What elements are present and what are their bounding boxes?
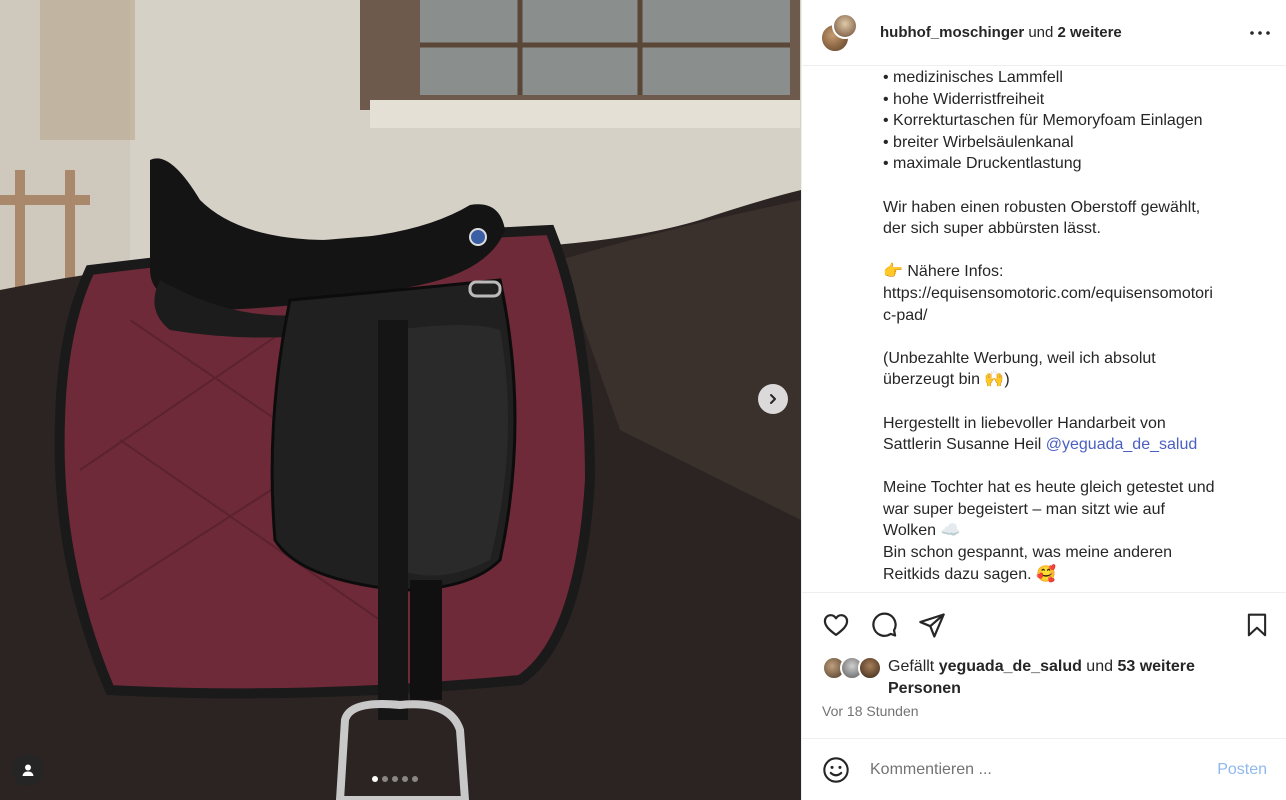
post-detail-panel: hubhof_moschinger und 2 weitere • medizi… (801, 0, 1286, 800)
post-timestamp[interactable]: Vor 18 Stunden (822, 703, 919, 719)
user-icon (22, 764, 34, 776)
post-comment-button[interactable]: Posten (1217, 761, 1267, 779)
caption-line (883, 240, 1263, 262)
carousel-dot (372, 776, 378, 782)
next-slide-button[interactable] (758, 384, 788, 414)
caption-line: Wir haben einen robusten Oberstoff gewäh… (883, 198, 1201, 216)
more-horizontal-icon (1250, 30, 1270, 35)
caption-line: Sattlerin Susanne Heil @yeguada_de_salud (883, 434, 1263, 456)
caption-line: • Korrekturtaschen für Memoryfoam Einlag… (883, 112, 1203, 130)
post-authors: hubhof_moschinger und 2 weitere (880, 24, 1248, 41)
likes-summary: Gefällt yeguada_de_salud und 53 weitere … (822, 656, 1262, 699)
caption-line: Wolken ☁️ (883, 522, 961, 540)
comment-bar: Posten (802, 738, 1286, 800)
caption-line: 👉 Nähere Infos: (883, 263, 1004, 281)
comment-button[interactable] (870, 611, 898, 639)
caption-line: überzeugt bin 🙌) (883, 371, 1010, 389)
carousel-indicator (372, 776, 418, 782)
caption-line: • hohe Widerristfreiheit (883, 90, 1045, 108)
caption-line: Reitkids dazu sagen. 🥰 (883, 565, 1056, 583)
chevron-right-icon (770, 394, 776, 404)
caption-line: https://equisensomotoric.com/equisensomo… (883, 284, 1213, 302)
carousel-dot (382, 776, 388, 782)
mention-link[interactable]: @yeguada_de_salud (1046, 436, 1197, 453)
smiley-icon (823, 756, 849, 783)
heart-icon (823, 613, 849, 636)
liker-username-link[interactable]: yeguada_de_salud (939, 658, 1082, 675)
caption-line (883, 326, 1263, 348)
post-caption: • medizinisches Lammfell • hohe Widerrist… (802, 67, 1286, 591)
save-button[interactable] (1243, 611, 1271, 639)
authors-connector: und (1024, 24, 1058, 41)
likes-text: Gefällt yeguada_de_salud und 53 weitere … (888, 656, 1262, 699)
carousel-dot (392, 776, 398, 782)
caption-line (883, 391, 1263, 413)
comment-icon (872, 612, 897, 637)
caption-line (883, 175, 1263, 197)
caption-line: Hergestellt in liebevoller Handarbeit vo… (883, 414, 1166, 432)
caption-line: • maximale Druckentlastung (883, 155, 1082, 173)
tagged-users-button[interactable] (12, 754, 44, 786)
likes-connector: und (1081, 658, 1118, 675)
avatar (832, 12, 858, 39)
caption-text: Sattlerin Susanne Heil (883, 436, 1046, 454)
likes-prefix: Gefällt (888, 658, 939, 675)
carousel-dot (412, 776, 418, 782)
caption-line: • medizinisches Lammfell (883, 69, 1063, 86)
caption-line: der sich super abbürsten lässt. (883, 220, 1101, 238)
carousel-dot (402, 776, 408, 782)
caption-line: c-pad/ (883, 306, 928, 324)
like-button[interactable] (822, 611, 850, 639)
other-authors-link[interactable]: 2 weitere (1058, 24, 1122, 41)
saddle-photo (0, 0, 801, 800)
paper-plane-icon (919, 612, 945, 638)
caption-line: Bin schon gespannt, was meine anderen (883, 544, 1173, 562)
author-avatars[interactable] (820, 12, 860, 53)
liker-avatars[interactable] (822, 656, 886, 680)
post-media[interactable] (0, 0, 801, 800)
caption-line: Meine Tochter hat es heute gleich getest… (883, 479, 1215, 497)
caption-line: war super begeistert – man sitzt wie auf (883, 500, 1165, 518)
more-options-button[interactable] (1248, 21, 1272, 45)
caption-line (883, 456, 1263, 478)
share-button[interactable] (918, 611, 946, 639)
caption-line: • breiter Wirbelsäulenkanal (883, 133, 1074, 151)
bookmark-icon (1247, 613, 1267, 636)
author-username-link[interactable]: hubhof_moschinger (880, 24, 1024, 41)
action-bar (802, 592, 1286, 656)
emoji-button[interactable] (822, 756, 850, 784)
post-header: hubhof_moschinger und 2 weitere (802, 0, 1286, 66)
comment-input[interactable] (870, 760, 1218, 779)
caption-line: (Unbezahlte Werbung, weil ich absolut (883, 349, 1156, 367)
avatar (858, 656, 882, 680)
